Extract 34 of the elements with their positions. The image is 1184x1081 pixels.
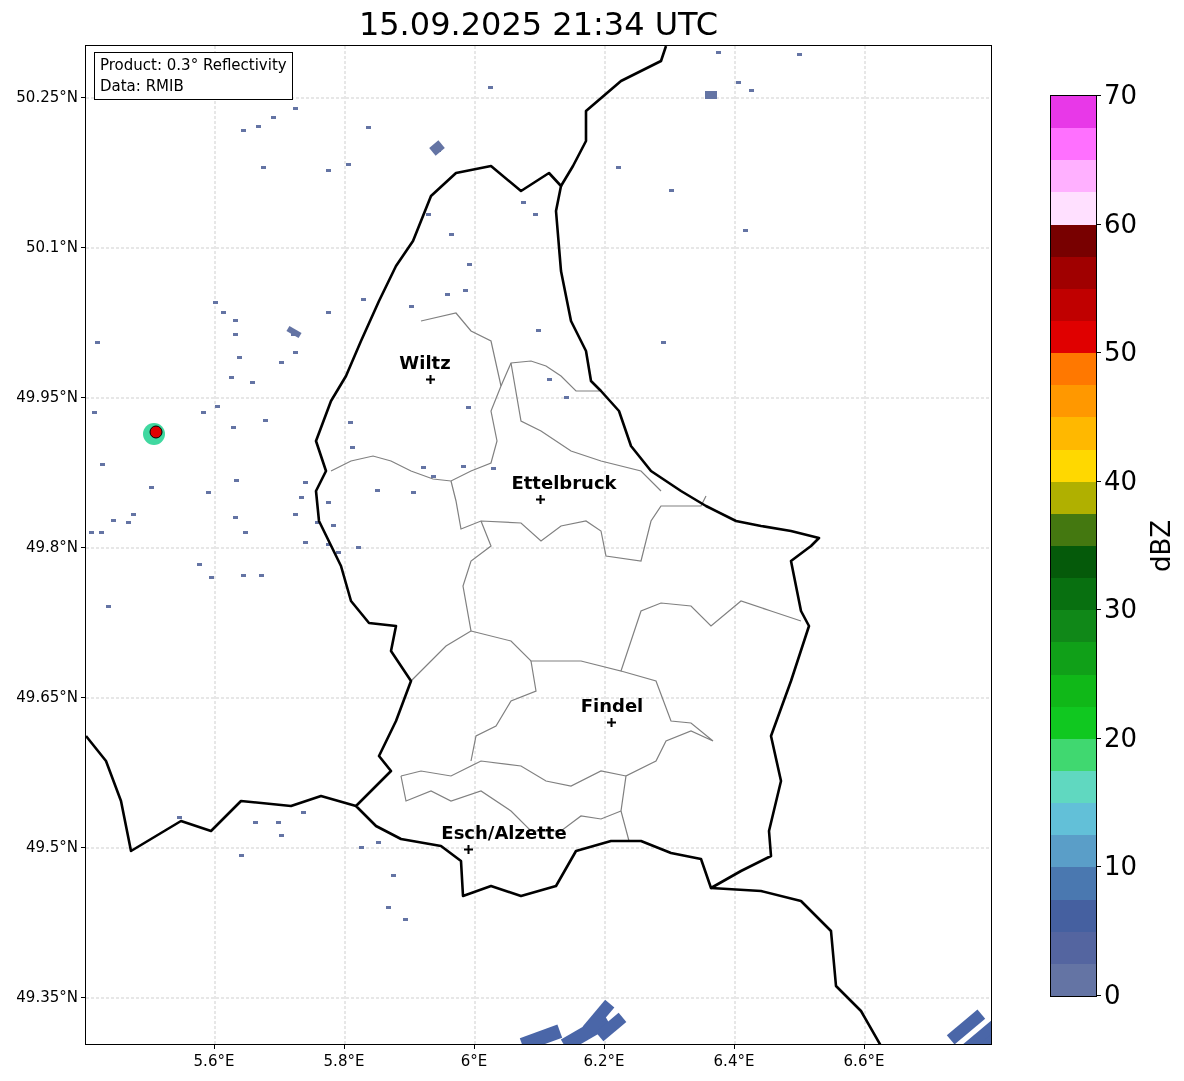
axis-tick-label: 49.8°N bbox=[25, 538, 78, 556]
scale-tick-label: 70 bbox=[1104, 80, 1138, 110]
scale-tick-label: 50 bbox=[1104, 337, 1138, 368]
axis-tick-label: 49.35°N bbox=[16, 988, 78, 1006]
axis-tick-label: 5.6°E bbox=[193, 1052, 235, 1070]
city-label: Wiltz bbox=[399, 353, 451, 373]
info-text: Data: RMIB bbox=[100, 76, 185, 97]
axis-tick-label: 49.65°N bbox=[16, 688, 78, 706]
city-marker-icon bbox=[535, 494, 545, 504]
scale-tick-label: 20 bbox=[1104, 722, 1138, 753]
city-label: Ettelbruck bbox=[511, 473, 617, 493]
city-label: Findel bbox=[580, 696, 644, 716]
city-marker-icon bbox=[425, 374, 435, 384]
city-marker-icon bbox=[463, 844, 473, 854]
axis-tick-label: 49.95°N bbox=[16, 388, 78, 406]
axis-tick-label: 6.2°E bbox=[583, 1052, 625, 1070]
axis-tick-label: 50.1°N bbox=[25, 238, 78, 256]
chart-title: 15.09.2025 21:34 UTC bbox=[357, 4, 720, 44]
axis-tick-label: 49.5°N bbox=[25, 838, 78, 856]
scale-title: dBZ bbox=[1146, 519, 1176, 572]
radar-site-icon bbox=[143, 423, 165, 445]
scale-tick-label: 0 bbox=[1104, 980, 1121, 1010]
axis-tick-label: 5.8°E bbox=[323, 1052, 365, 1070]
axis-tick-label: 6°E bbox=[460, 1052, 488, 1070]
city-marker-icon bbox=[606, 717, 616, 727]
city-label: Esch/Alzette bbox=[441, 823, 567, 843]
scale-tick-label: 40 bbox=[1104, 465, 1138, 496]
axis-tick-label: 6.6°E bbox=[843, 1052, 885, 1070]
scale-tick-label: 60 bbox=[1104, 208, 1138, 239]
scale-tick-label: 10 bbox=[1104, 851, 1138, 882]
info-text: Product: 0.3° Reflectivity bbox=[100, 55, 287, 76]
axis-tick-label: 6.4°E bbox=[713, 1052, 755, 1070]
axis-tick-label: 50.25°N bbox=[16, 88, 78, 106]
scale-tick-label: 30 bbox=[1104, 594, 1138, 625]
